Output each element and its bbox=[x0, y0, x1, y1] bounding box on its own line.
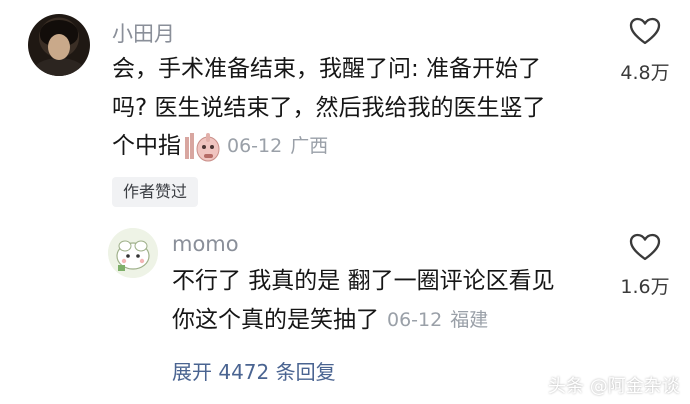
comment-date: 06-12 bbox=[227, 135, 283, 157]
avatar[interactable] bbox=[28, 14, 90, 76]
reply-like-button[interactable] bbox=[628, 232, 662, 266]
comment-location: 广西 bbox=[290, 135, 329, 157]
watermark: 头条 @阿金杂谈 bbox=[548, 376, 680, 397]
reply-body: 不行了 我真的是 翻了一圈评论区看见 你这个真的是笑抽了 06-12 福建 bbox=[172, 262, 592, 339]
expand-replies-link[interactable]: 展开 4472 条回复 bbox=[172, 356, 336, 385]
comment-username[interactable]: 小田月 bbox=[112, 18, 175, 48]
heart-outline-icon bbox=[629, 17, 661, 45]
reply-date: 06-12 bbox=[387, 308, 443, 331]
reply-username[interactable]: momo bbox=[172, 232, 239, 256]
author-liked-badge: 作者赞过 bbox=[112, 177, 198, 207]
reply-avatar[interactable] bbox=[108, 228, 158, 278]
like-count: 4.8万 bbox=[620, 62, 670, 84]
comment-line: 吗? 医生说结束了，然后我给我的医生竖了 bbox=[112, 94, 546, 121]
comment-body: 会，手术准备结束，我醒了问: 准备开始了 吗? 医生说结束了，然后我给我的医生竖… bbox=[112, 50, 592, 166]
like-button[interactable] bbox=[628, 16, 662, 50]
reply-like-count: 1.6万 bbox=[620, 276, 670, 298]
middle-finger-emoji-icon bbox=[183, 129, 221, 163]
reply-location: 福建 bbox=[450, 308, 489, 331]
heart-outline-icon bbox=[629, 233, 661, 261]
reply-line: 你这个真的是笑抽了 bbox=[172, 306, 379, 333]
reply-line: 不行了 我真的是 翻了一圈评论区看见 bbox=[172, 268, 555, 294]
comment-line: 个中指 bbox=[112, 133, 181, 159]
comment-line: 会，手术准备结束，我醒了问: 准备开始了 bbox=[112, 56, 542, 82]
